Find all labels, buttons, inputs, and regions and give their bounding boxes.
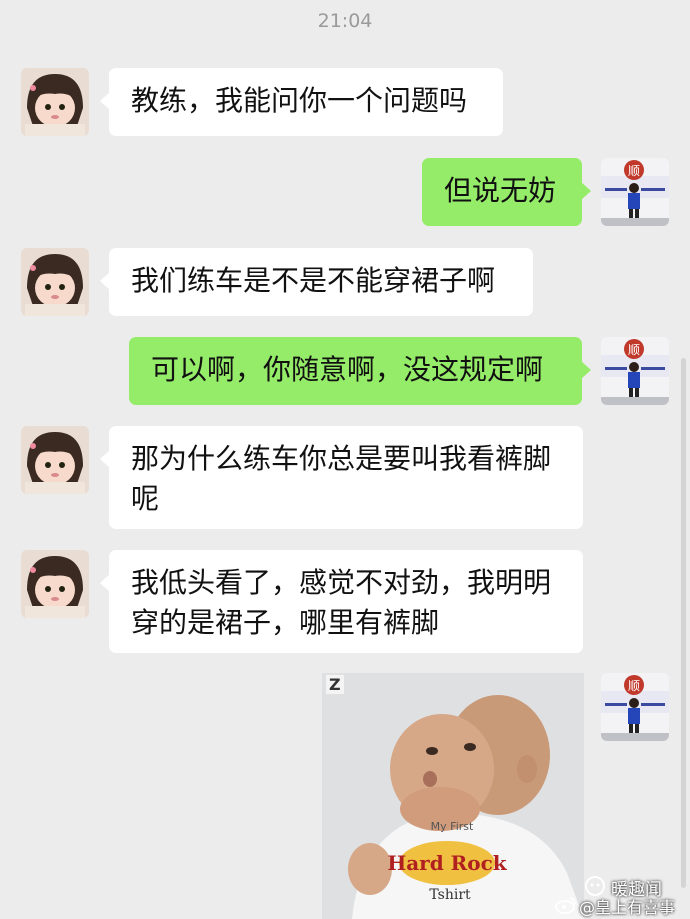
- message-text-line: 那为什么练车你总是要叫我看裤脚: [131, 442, 552, 475]
- message-bubble-outgoing[interactable]: 可以啊，你随意啊，没这规定啊: [129, 337, 591, 405]
- shirt-top-text: My First: [431, 820, 474, 833]
- scrollbar[interactable]: [681, 358, 686, 888]
- message-text: 教练，我能问你一个问题吗: [131, 84, 468, 117]
- message-bubble-outgoing[interactable]: 但说无妨: [422, 158, 591, 226]
- sticker-badge: Z: [326, 675, 344, 694]
- watermark-handle: @皇上有喜事: [579, 898, 676, 917]
- timestamp: 21:04: [317, 10, 373, 32]
- girl-avatar-icon[interactable]: [21, 68, 89, 136]
- message-text-line: 穿的是裙子，哪里有裤脚: [131, 606, 440, 639]
- wechat-logo-icon: [585, 876, 605, 896]
- coach-avatar-icon[interactable]: 顺: [601, 673, 669, 741]
- message-text: 可以啊，你随意啊，没这规定啊: [151, 353, 544, 386]
- coach-avatar-icon[interactable]: 顺: [601, 337, 669, 405]
- message-bubble-incoming[interactable]: 我低头看了，感觉不对劲，我明明 穿的是裙子，哪里有裤脚: [100, 550, 583, 653]
- message-text-line: 呢: [131, 482, 160, 515]
- message-text: 但说无妨: [444, 174, 557, 207]
- watermark: 暖趣闻 @皇上有喜事: [555, 872, 690, 917]
- message-bubble-incoming[interactable]: 教练，我能问你一个问题吗: [100, 68, 503, 136]
- coach-sign-text: 顺: [628, 343, 640, 357]
- shirt-logo-text: Hard Rock: [387, 851, 507, 875]
- message-text-line: 我低头看了，感觉不对劲，我明明: [131, 566, 552, 599]
- girl-avatar-icon[interactable]: [21, 550, 89, 618]
- message-text: 我们练车是不是不能穿裙子啊: [131, 264, 496, 297]
- coach-sign-text: 顺: [628, 679, 640, 693]
- message-bubble-incoming[interactable]: 那为什么练车你总是要叫我看裤脚 呢: [100, 426, 583, 529]
- girl-avatar-icon[interactable]: [21, 248, 89, 316]
- sticker-message[interactable]: My First Hard Rock Tshirt Z: [322, 673, 584, 919]
- message-bubble-incoming[interactable]: 我们练车是不是不能穿裙子啊: [100, 248, 533, 316]
- coach-avatar-icon[interactable]: 顺: [601, 158, 669, 226]
- girl-avatar-icon[interactable]: [21, 426, 89, 494]
- coach-sign-text: 顺: [628, 164, 640, 178]
- shirt-line2-text: Tshirt: [429, 887, 471, 903]
- weibo-icon: [555, 897, 576, 914]
